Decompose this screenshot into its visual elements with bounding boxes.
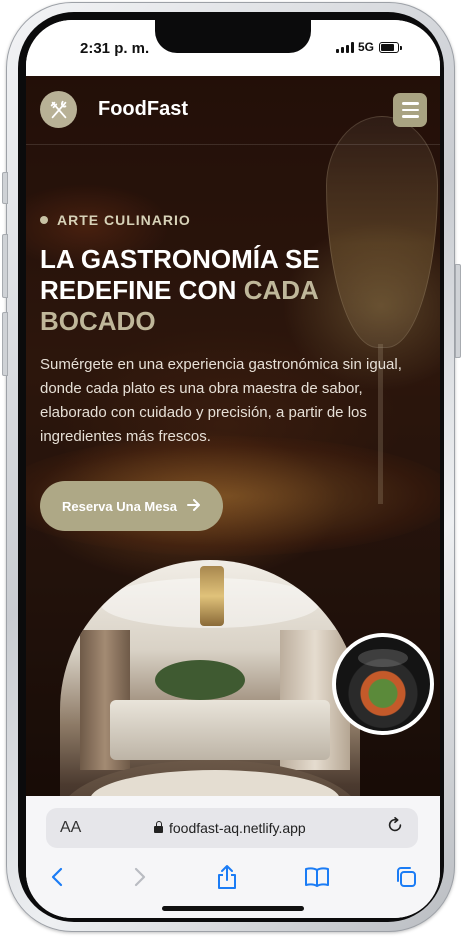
site-navbar: FoodFast (26, 76, 440, 145)
url-display[interactable]: foodfast-aq.netlify.app (154, 820, 306, 836)
food-dish-image (332, 633, 434, 735)
eyebrow-dot (40, 216, 48, 224)
back-icon[interactable] (42, 862, 72, 892)
hero-description: Sumérgete en una experiencia gastronómic… (40, 356, 402, 445)
volume-up-button (2, 234, 8, 298)
power-button (455, 264, 461, 358)
text-size-button[interactable]: AA (60, 819, 81, 837)
signal-icon (336, 42, 354, 53)
share-icon[interactable] (212, 862, 242, 892)
forward-icon[interactable] (125, 862, 155, 892)
eyebrow-label: ARTE CULINARIO (57, 212, 191, 228)
reload-icon[interactable] (386, 816, 404, 840)
reserve-table-label: Reserva Una Mesa (62, 498, 177, 514)
site-brand[interactable]: FoodFast (98, 98, 188, 121)
status-time: 2:31 p. m. (80, 40, 150, 57)
hero-section: FoodFast ARTE CULINARIO LA GASTRONOMÍA S… (26, 76, 440, 796)
status-bar: 2:31 p. m. 5G (26, 20, 440, 76)
hero-headline: LA GASTRONOMÍA SE REDEFINE CON CADA BOCA… (40, 244, 380, 337)
address-bar[interactable]: AA foodfast-aq.netlify.app (46, 808, 418, 848)
tabs-icon[interactable] (391, 862, 421, 892)
volume-down-button (2, 312, 8, 376)
home-indicator (162, 906, 304, 911)
hero-eyebrow: ARTE CULINARIO (40, 212, 191, 228)
browser-toolbar (26, 862, 440, 896)
dynamic-island (155, 20, 311, 53)
lock-icon (154, 821, 163, 833)
hamburger-menu-icon[interactable] (393, 93, 427, 127)
phone-screen: 2:31 p. m. 5G FoodFast ARTE CULINARIO LA… (26, 20, 440, 918)
bookmarks-icon[interactable] (302, 862, 332, 892)
arrow-right-icon (186, 498, 201, 514)
reserve-table-button[interactable]: Reserva Una Mesa (40, 481, 223, 531)
mute-switch (2, 172, 8, 204)
fork-knife-icon[interactable] (40, 91, 77, 128)
battery-icon (379, 42, 402, 53)
url-text: foodfast-aq.netlify.app (169, 820, 306, 836)
browser-bottom-bar: AA foodfast-aq.netlify.app (26, 796, 440, 918)
restaurant-interior-image (60, 560, 360, 796)
network-type: 5G (358, 40, 375, 54)
